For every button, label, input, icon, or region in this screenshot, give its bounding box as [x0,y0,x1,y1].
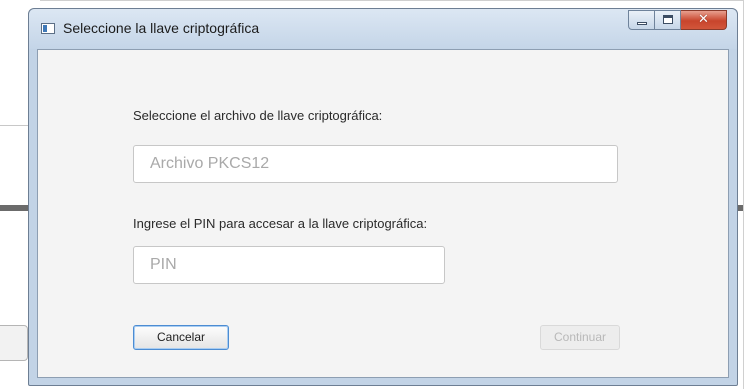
maximize-icon [663,15,673,24]
pin-label: Ingrese el PIN para accesar a la llave c… [133,216,428,231]
pin-input[interactable] [133,246,445,284]
minimize-button[interactable] [628,10,655,30]
close-button[interactable]: ✕ [681,10,727,30]
continue-button[interactable]: Continuar [540,325,620,350]
file-label: Seleccione el archivo de llave criptográ… [133,108,383,123]
caption-buttons: ✕ [628,10,727,30]
app-window-icon [41,23,55,34]
dialog-content: Seleccione el archivo de llave criptográ… [37,49,729,378]
close-icon: ✕ [698,12,709,27]
background-button [0,325,28,361]
background-divider [0,0,744,1]
screen: Seleccione la llave criptográfica ✕ Sele… [0,0,744,389]
window-title: Seleccione la llave criptográfica [63,20,260,36]
dialog-window: Seleccione la llave criptográfica ✕ Sele… [28,8,738,386]
pkcs12-file-input[interactable] [133,145,618,183]
title-bar[interactable]: Seleccione la llave criptográfica ✕ [29,9,737,49]
maximize-button[interactable] [655,10,681,30]
cancel-button[interactable]: Cancelar [133,325,229,350]
minimize-icon [637,22,647,25]
